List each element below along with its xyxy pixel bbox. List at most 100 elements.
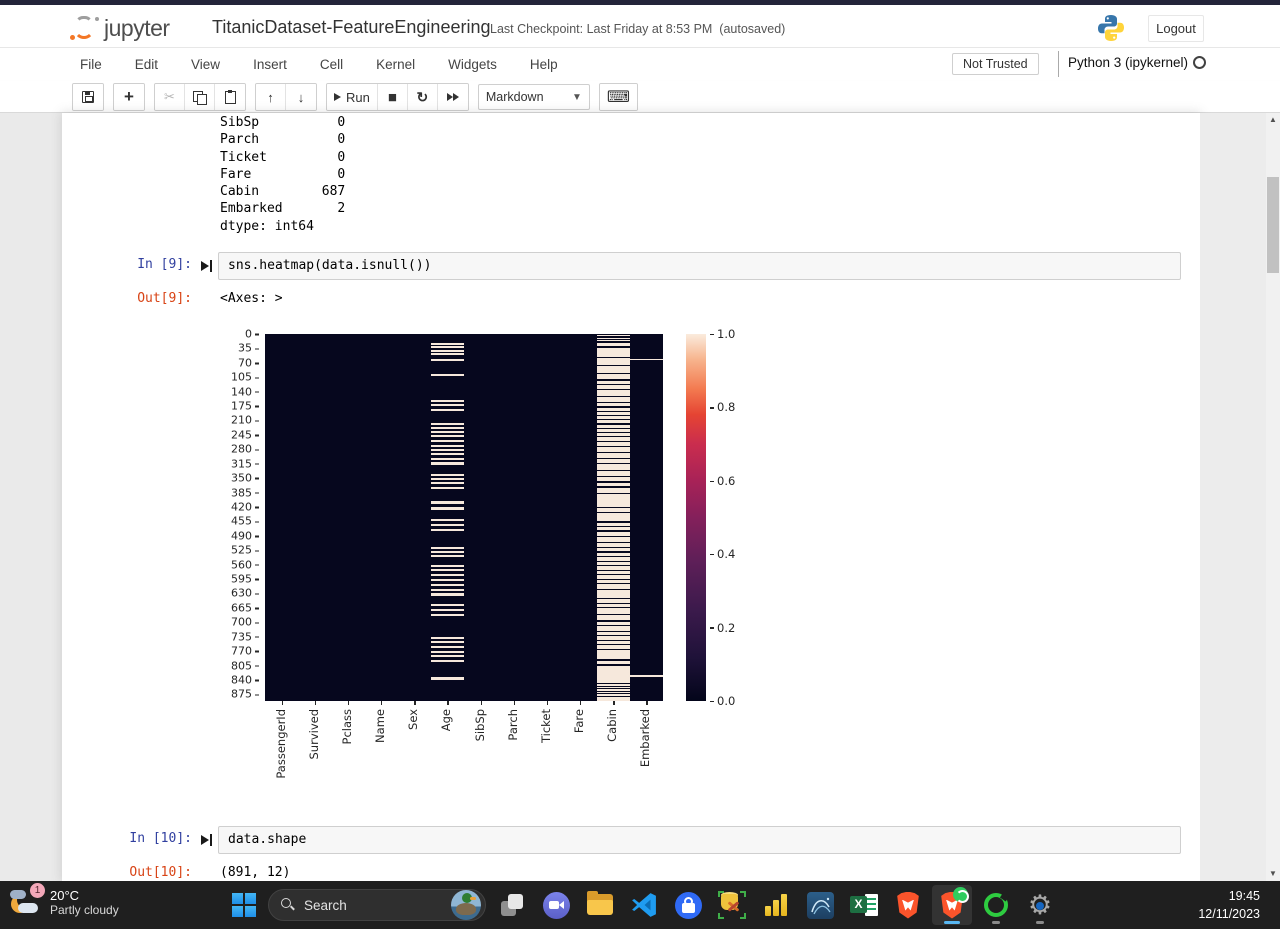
ytick-label: 595	[179, 573, 259, 586]
jupyter-logo[interactable]: jupyter	[70, 13, 202, 43]
brave-button[interactable]	[888, 885, 928, 925]
video-chat-icon	[542, 891, 570, 919]
ytick-label: 875	[179, 688, 259, 701]
power-bi-button[interactable]	[756, 885, 796, 925]
menu-view[interactable]: View	[191, 57, 220, 72]
code-input-area[interactable]: sns.heatmap(data.isnull())	[218, 252, 1181, 280]
xtick-label-passengerid: PassengerId	[273, 709, 288, 779]
not-trusted-badge[interactable]: Not Trusted	[952, 53, 1039, 75]
ytick-label: 805	[179, 659, 259, 672]
logout-button[interactable]: Logout	[1148, 15, 1204, 42]
weather-condition: Partly cloudy	[50, 902, 119, 917]
menu-kernel[interactable]: Kernel	[376, 57, 415, 72]
open-command-palette-button[interactable]: ⌨	[599, 84, 637, 110]
move-cell-up-button[interactable]: ↑	[256, 84, 286, 110]
colorbar-tick-label: 0.6	[710, 474, 735, 488]
weather-widget[interactable]: 1 20°C Partly cloudy	[8, 883, 119, 919]
ytick-label: 840	[179, 673, 259, 686]
capture-app-button[interactable]	[976, 885, 1016, 925]
copy-cells-button[interactable]	[185, 84, 215, 110]
partly-cloudy-night-icon: 1	[8, 883, 45, 919]
colorbar-tick-label: 1.0	[710, 327, 735, 341]
vscode-icon	[632, 893, 656, 917]
notebook-title[interactable]: TitanicDataset-FeatureEngineering	[212, 17, 490, 38]
restart-icon: ↻	[416, 88, 429, 105]
add-cell-button[interactable]: +	[114, 84, 144, 110]
xtick-label-pclass: Pclass	[339, 709, 354, 745]
colorbar	[686, 334, 706, 701]
start-button[interactable]	[224, 885, 264, 925]
heatmap-ytick-labels: 0 35 70 105 140 175 210 245 280 315 350 385 420 455 49…	[179, 328, 259, 701]
ytick-label: 665	[179, 601, 259, 614]
restart-kernel-button[interactable]: ↻	[407, 84, 438, 110]
colorbar-tick-labels: 1.0 0.8 0.6 0.4 0.2 0.0	[710, 327, 760, 708]
heatmap-column-name	[365, 334, 399, 701]
chat-button[interactable]	[536, 885, 576, 925]
menu-file[interactable]: File	[80, 57, 102, 72]
colorbar-tick-label: 0.4	[710, 547, 735, 561]
file-explorer-button[interactable]	[580, 885, 620, 925]
output-prompt: Out[10]:	[129, 865, 192, 880]
move-cell-down-button[interactable]: ↓	[286, 84, 316, 110]
running-app-indicator	[992, 921, 1000, 924]
interrupt-kernel-button[interactable]: ■	[377, 84, 408, 110]
scrollbar-thumb[interactable]	[1267, 177, 1279, 273]
padlock-icon	[674, 891, 702, 919]
ytick-label: 0	[179, 328, 259, 341]
save-button[interactable]	[73, 84, 103, 110]
cell-run-marker-icon[interactable]	[201, 260, 212, 272]
ytick-label: 770	[179, 645, 259, 658]
xtick-label-survived: Survived	[306, 709, 321, 760]
scrollbar-up-arrow-icon[interactable]: ▲	[1266, 113, 1280, 127]
ytick-label: 245	[179, 428, 259, 441]
ytick-label: 105	[179, 371, 259, 384]
ytick-label: 700	[179, 616, 259, 629]
database-admin-button[interactable]	[800, 885, 840, 925]
vscode-button[interactable]	[624, 885, 664, 925]
heatmap-column-survived	[298, 334, 332, 701]
settings-button[interactable]: ⚙	[1020, 885, 1060, 925]
database-admin-icon	[806, 891, 834, 919]
restart-run-all-button[interactable]	[437, 84, 468, 110]
task-view-button[interactable]	[492, 885, 532, 925]
kernel-name: Python 3 (ipykernel)	[1068, 55, 1189, 70]
menu-help[interactable]: Help	[530, 57, 558, 72]
clock-time: 19:45	[1228, 889, 1260, 903]
cut-cells-button[interactable]: ✂	[155, 84, 185, 110]
database-tools-icon	[718, 891, 746, 919]
code-input-area[interactable]: data.shape	[218, 826, 1181, 854]
menu-widgets[interactable]: Widgets	[448, 57, 497, 72]
excel-button[interactable]: X	[844, 885, 884, 925]
toolbar: + ✂ ↑ ↓ Run ■ ↻ Markdown ▼ ⌨	[0, 81, 1280, 113]
cell-run-marker-icon[interactable]	[201, 834, 212, 846]
fast-forward-icon	[446, 93, 459, 101]
menu-cell[interactable]: Cell	[320, 57, 343, 72]
excel-icon: X	[850, 893, 878, 917]
run-cell-button[interactable]: Run	[327, 84, 378, 110]
ytick-label: 525	[179, 544, 259, 557]
folder-icon	[587, 891, 613, 916]
scrollbar-down-arrow-icon[interactable]: ▼	[1266, 867, 1280, 881]
lock-app-button[interactable]	[668, 885, 708, 925]
database-tools-button[interactable]	[712, 885, 752, 925]
menu-edit[interactable]: Edit	[135, 57, 158, 72]
heatmap-column-cabin	[596, 334, 631, 701]
colorbar-tick-label: 0.0	[710, 694, 735, 708]
paste-cells-button[interactable]	[215, 84, 245, 110]
ytick-label: 280	[179, 443, 259, 456]
output-cell-9: Out[9]: <Axes: >	[62, 289, 1200, 309]
search-box[interactable]: Search	[268, 889, 486, 921]
cell-type-select[interactable]: Markdown ▼	[477, 84, 590, 110]
ytick-label: 420	[179, 500, 259, 513]
jupyter-logo-text: jupyter	[104, 14, 170, 41]
search-daily-image-duck	[451, 890, 481, 920]
vertical-scrollbar[interactable]: ▲ ▼	[1266, 113, 1280, 881]
ytick-label: 490	[179, 529, 259, 542]
input-prompt: In [9]:	[137, 257, 192, 272]
taskbar-clock[interactable]: 19:45 12/11/2023	[1198, 887, 1260, 923]
xtick-label-ticket: Ticket	[538, 709, 553, 744]
python-logo-icon	[1098, 15, 1124, 41]
menu-insert[interactable]: Insert	[253, 57, 287, 72]
ytick-label: 385	[179, 486, 259, 499]
brave-active-window-button[interactable]	[932, 885, 972, 925]
